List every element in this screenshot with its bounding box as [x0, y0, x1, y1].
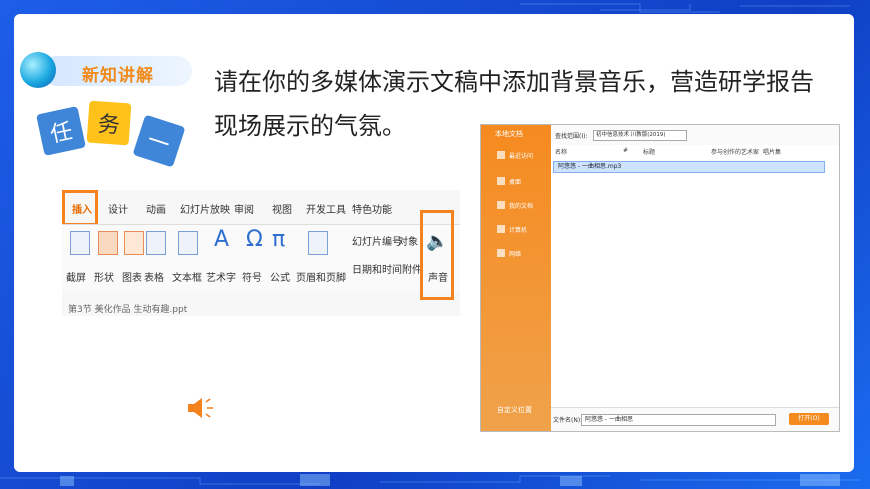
- tool-object[interactable]: 对象: [398, 233, 418, 248]
- ribbon-screenshot: 插入 设计 动画 幻灯片放映 审阅 视图 开发工具 特色功能 截屏 形状 图表 …: [62, 190, 460, 316]
- tool-date-time[interactable]: 日期和时间: [352, 261, 402, 276]
- chart-icon: [124, 231, 144, 255]
- table-icon: [146, 231, 166, 255]
- pi-icon: π: [272, 227, 286, 252]
- col-artist[interactable]: 参与创作的艺术家: [711, 147, 759, 156]
- tab-slideshow[interactable]: 幻灯片放映: [180, 201, 230, 216]
- open-button[interactable]: 打开(O): [789, 413, 829, 425]
- wordart-icon: A: [214, 227, 230, 252]
- tool-slide-number[interactable]: 幻灯片编号: [352, 233, 402, 248]
- shapes-icon: [98, 231, 118, 255]
- sound-tool-highlight: [420, 210, 454, 300]
- dialog-location-bar: 查找范围(I): 初中信息技术 川教版(2019): [551, 125, 839, 145]
- tab-view[interactable]: 视图: [272, 201, 292, 216]
- network-icon: [497, 249, 505, 257]
- filename-input[interactable]: 阿悠悠 - 一曲相思: [581, 414, 776, 426]
- dialog-footer: 文件名(N): 阿悠悠 - 一曲相思 打开(O): [551, 407, 839, 431]
- sidebar-item-computer[interactable]: 计算机: [509, 225, 527, 234]
- filename-label: 文件名(N):: [553, 417, 583, 424]
- col-number[interactable]: #: [623, 147, 628, 154]
- globe-icon: [20, 52, 56, 88]
- tool-wordart[interactable]: 艺术字: [206, 269, 236, 284]
- tool-equation[interactable]: 公式: [270, 269, 290, 284]
- sidebar-custom-location[interactable]: 自定义位置: [497, 405, 532, 415]
- insert-sound-dialog: 本地文档 最近访问 桌面 我的文档 计算机 网络 自定义位置 查找范围(I): …: [480, 124, 840, 432]
- tool-symbol[interactable]: 符号: [242, 269, 262, 284]
- task-tile-2: 务: [86, 100, 132, 146]
- look-in-select[interactable]: 初中信息技术 川教版(2019): [593, 130, 687, 141]
- tab-review[interactable]: 审阅: [234, 201, 254, 216]
- insert-tab-highlight: [62, 190, 98, 226]
- dialog-sidebar: 本地文档 最近访问 桌面 我的文档 计算机 网络 自定义位置: [481, 125, 551, 431]
- ribbon-tools: 截屏 形状 图表 表格 文本框 A 艺术字 Ω 符号 π 公式 页眉和页脚 幻灯…: [62, 224, 460, 291]
- computer-icon: [497, 225, 505, 233]
- col-title[interactable]: 标题: [643, 147, 655, 156]
- file-list-item[interactable]: 阿悠悠 - 一曲相思.mp3: [553, 161, 825, 173]
- tab-design[interactable]: 设计: [108, 201, 128, 216]
- sidebar-item-documents[interactable]: 我的文档: [509, 201, 533, 210]
- section-badge: 新知讲解: [82, 66, 154, 86]
- textbox-icon: [178, 231, 198, 255]
- tool-table[interactable]: 表格: [144, 269, 164, 284]
- documents-icon: [497, 201, 505, 209]
- col-album[interactable]: 唱片集: [763, 147, 781, 156]
- tool-screenshot[interactable]: 截屏: [66, 269, 86, 284]
- tab-animation[interactable]: 动画: [146, 201, 166, 216]
- tool-textbox[interactable]: 文本框: [172, 269, 202, 284]
- sidebar-item-recent[interactable]: 最近访问: [509, 151, 533, 160]
- tab-special[interactable]: 特色功能: [352, 201, 392, 216]
- tab-developer[interactable]: 开发工具: [306, 201, 346, 216]
- recent-icon: [497, 151, 505, 159]
- document-tab[interactable]: 第3节 美化作品 生动有趣.ppt: [68, 302, 187, 315]
- sidebar-title: 本地文档: [495, 130, 523, 138]
- ribbon-tabs: 插入 设计 动画 幻灯片放映 审阅 视图 开发工具 特色功能: [62, 190, 460, 224]
- tool-attachment[interactable]: 附件: [402, 261, 422, 276]
- file-list-header: 名称 # 标题 参与创作的艺术家 唱片集: [551, 147, 839, 159]
- screenshot-icon: [70, 231, 90, 255]
- task-tile-1: 任: [36, 106, 86, 156]
- col-name[interactable]: 名称: [555, 147, 567, 156]
- sidebar-item-desktop[interactable]: 桌面: [509, 177, 521, 186]
- look-in-label: 查找范围(I):: [555, 133, 588, 140]
- tool-header-footer[interactable]: 页眉和页脚: [296, 269, 346, 284]
- tool-shapes[interactable]: 形状: [94, 269, 114, 284]
- tool-chart[interactable]: 图表: [122, 269, 142, 284]
- desktop-icon: [497, 177, 505, 185]
- speaker-icon[interactable]: [186, 396, 216, 420]
- omega-icon: Ω: [246, 227, 263, 252]
- header-footer-icon: [308, 231, 328, 255]
- sidebar-item-network[interactable]: 网络: [509, 249, 521, 258]
